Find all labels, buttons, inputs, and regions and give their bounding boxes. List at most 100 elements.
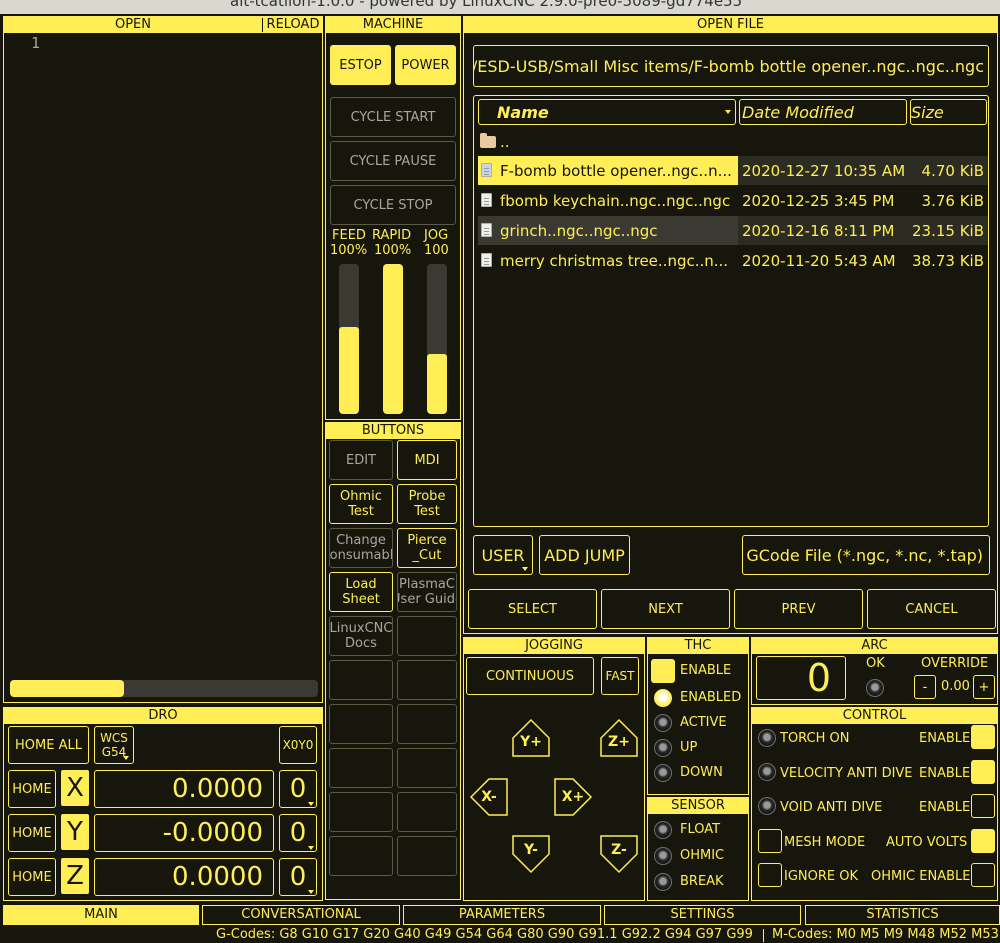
probe-test-button[interactable]: Probe Test — [397, 484, 457, 524]
file-row[interactable]: merry christmas tree..ngc..n... 2020-11-… — [478, 246, 988, 275]
file-row[interactable]: F-bomb bottle opener..ngc..n... 2020-12-… — [478, 156, 988, 185]
mesh-mode-checkbox[interactable] — [758, 829, 782, 853]
file-row[interactable]: fbomb keychain..ngc..ngc..ngc 2020-12-25… — [478, 186, 988, 215]
tab-settings[interactable]: SETTINGS — [604, 905, 801, 925]
ohmic-probe-led — [654, 847, 672, 865]
x0y0-button[interactable]: X0Y0 — [279, 726, 317, 764]
user-button-empty[interactable] — [397, 616, 457, 656]
zero-z-button[interactable]: 0 — [279, 858, 317, 896]
gcode-text-area[interactable]: 1 — [5, 34, 321, 674]
user-button-empty[interactable] — [397, 792, 457, 832]
parent-folder-row[interactable]: .. — [478, 127, 988, 156]
cycle-stop-button[interactable]: CYCLE STOP — [330, 185, 456, 225]
parent-folder-name: .. — [500, 133, 510, 151]
column-header-name[interactable]: Name — [478, 99, 736, 125]
jog-x-minus-button[interactable]: X- — [469, 777, 509, 817]
user-button-empty[interactable] — [397, 704, 457, 744]
zero-y-button[interactable]: 0 — [279, 814, 317, 852]
velocity-anti-dive-checkbox[interactable] — [971, 760, 995, 784]
thc-enabled-label: ENABLED — [680, 690, 742, 705]
load-sheet-button[interactable]: Load Sheet — [329, 572, 393, 612]
fast-button[interactable]: FAST — [601, 657, 639, 695]
tab-parameters[interactable]: PARAMETERS — [403, 905, 601, 925]
breakaway-led — [654, 873, 672, 891]
ignore-ok-checkbox[interactable] — [758, 863, 782, 887]
override-value: 0.00 — [941, 679, 970, 694]
ohmic-test-line1: Ohmic — [340, 489, 382, 504]
user-button-empty[interactable] — [329, 792, 393, 832]
file-path-bar[interactable]: /vade/ESD-USB/Small Misc items/F-bomb bo… — [473, 45, 989, 87]
user-button-empty[interactable] — [397, 836, 457, 876]
jog-y-minus-label: Y- — [524, 842, 538, 858]
thc-enable-checkbox[interactable] — [651, 659, 675, 683]
jog-x-plus-button[interactable]: X+ — [553, 777, 593, 817]
x-position-readout: 0.0000 — [94, 770, 274, 808]
home-all-button[interactable]: HOME ALL — [8, 726, 89, 764]
jog-slider-fill — [427, 354, 447, 414]
wcs-select[interactable]: WCS G54 — [94, 726, 134, 764]
file-filter-select[interactable]: GCode File (*.ngc, *.nc, *.tap) — [742, 535, 990, 575]
tab-main[interactable]: MAIN — [3, 905, 199, 925]
ohmic-enable-label: OHMIC ENABLE — [871, 869, 971, 884]
edit-button[interactable]: EDIT — [329, 440, 393, 480]
change-consumable-button[interactable]: Change Consumable — [329, 528, 393, 568]
home-y-button[interactable]: HOME — [8, 814, 56, 852]
jog-y-minus-button[interactable]: Y- — [511, 834, 551, 874]
power-button[interactable]: POWER — [395, 45, 456, 85]
ohmic-test-button[interactable]: Ohmic Test — [329, 484, 393, 524]
user-button-empty[interactable] — [329, 748, 393, 788]
cancel-button[interactable]: CANCEL — [867, 589, 996, 629]
user-button-empty[interactable] — [397, 660, 457, 700]
linuxcnc-docs-button[interactable]: LinuxCNC Docs — [329, 616, 393, 656]
user-dropdown[interactable]: USER — [473, 535, 533, 575]
user-button-empty[interactable] — [329, 836, 393, 876]
auto-volts-checkbox[interactable] — [971, 829, 995, 853]
tab-conversational[interactable]: CONVERSATIONAL — [202, 905, 400, 925]
user-button-empty[interactable] — [329, 704, 393, 744]
zero-x-button[interactable]: 0 — [279, 770, 317, 808]
home-x-button[interactable]: HOME — [8, 770, 56, 808]
override-decrease-button[interactable]: - — [914, 675, 936, 699]
next-button[interactable]: NEXT — [601, 589, 730, 629]
horizontal-scrollbar[interactable] — [10, 680, 318, 697]
rapid-slider[interactable] — [383, 264, 403, 414]
ohmic-enable-checkbox[interactable] — [971, 863, 995, 887]
file-row[interactable]: grinch..ngc..ngc..ngc 2020-12-16 8:11 PM… — [478, 216, 988, 245]
home-z-button[interactable]: HOME — [8, 858, 56, 896]
cycle-start-button[interactable]: CYCLE START — [330, 97, 456, 137]
feed-slider[interactable] — [339, 264, 359, 414]
continuous-select[interactable]: CONTINUOUS — [466, 657, 594, 695]
mdi-button[interactable]: MDI — [397, 440, 457, 480]
plasmac-user-guide-button[interactable]: PlasmaC User Guide — [397, 572, 457, 612]
override-increase-button[interactable]: + — [973, 675, 995, 699]
open-file-title: OPEN FILE — [464, 17, 997, 33]
select-button[interactable]: SELECT — [468, 589, 597, 629]
jog-y-plus-button[interactable]: Y+ — [511, 718, 551, 758]
feed-slider-fill — [339, 327, 359, 414]
feed-label: FEED — [332, 228, 366, 243]
user-button-empty[interactable] — [397, 748, 457, 788]
cycle-pause-button[interactable]: CYCLE PAUSE — [330, 141, 456, 181]
tab-statistics[interactable]: STATISTICS — [805, 905, 1000, 925]
column-header-date[interactable]: Date Modified — [739, 99, 907, 125]
jog-z-minus-button[interactable]: Z- — [599, 834, 639, 874]
column-header-size[interactable]: Size — [910, 99, 987, 125]
prev-button[interactable]: PREV — [734, 589, 863, 629]
scrollbar-thumb[interactable] — [10, 680, 124, 697]
pierce-cut-button[interactable]: Pierce _Cut — [397, 528, 457, 568]
jogging-title: JOGGING — [464, 638, 644, 654]
file-size: 3.76 KiB — [921, 192, 984, 210]
probe-test-line2: Test — [414, 504, 440, 519]
torch-enable-checkbox[interactable] — [971, 725, 995, 749]
jog-z-plus-button[interactable]: Z+ — [599, 718, 639, 758]
jog-slider[interactable] — [427, 264, 447, 414]
torch-on-led — [758, 729, 776, 747]
reload-button[interactable]: RELOAD — [264, 17, 322, 33]
linuxcnc-docs-line2: Docs — [345, 636, 377, 651]
void-anti-dive-checkbox[interactable] — [971, 794, 995, 818]
file-filter-value: GCode File (*.ngc, *.nc, *.tap) — [746, 545, 983, 565]
machine-title: MACHINE — [326, 17, 460, 33]
add-jump-button[interactable]: ADD JUMP — [539, 535, 630, 575]
user-button-empty[interactable] — [329, 660, 393, 700]
estop-button[interactable]: ESTOP — [330, 45, 391, 85]
